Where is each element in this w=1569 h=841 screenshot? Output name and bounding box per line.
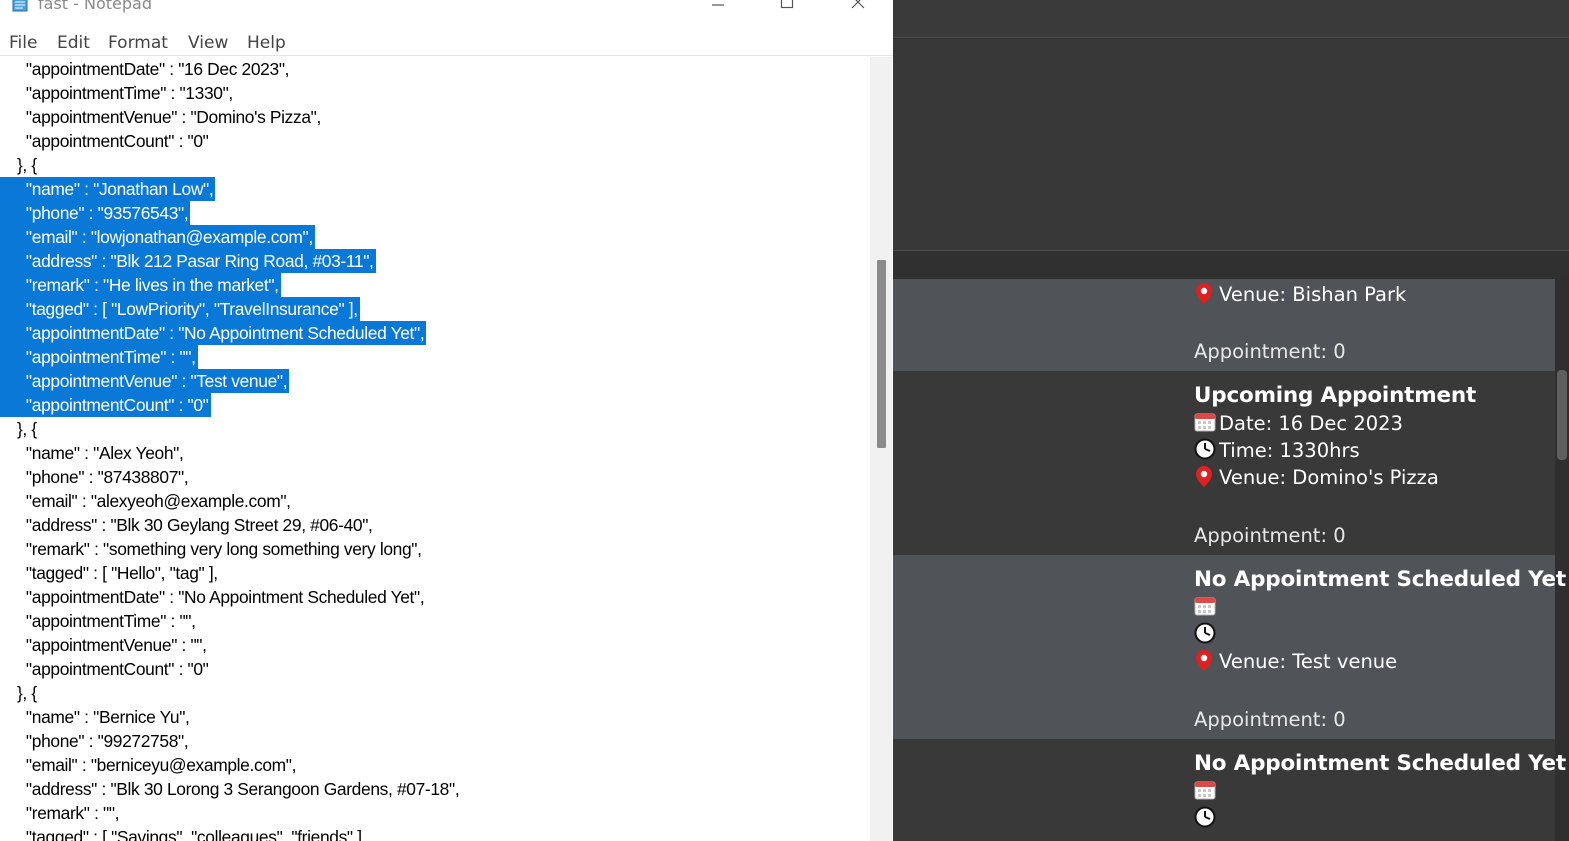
appointment-heading: No Appointment Scheduled Yet — [1194, 567, 1566, 592]
text-line[interactable]: "appointmentTime" : "1330", — [0, 81, 233, 105]
text-line[interactable]: "appointmentTime" : "", — [0, 609, 196, 633]
date-row — [1194, 595, 1219, 621]
appointment-count: Appointment: 0 — [1194, 340, 1346, 363]
venue-text: Venue: Test venue — [1219, 650, 1398, 673]
text-line[interactable]: "appointmentVenue" : "", — [0, 633, 207, 657]
window-title: fast - Notepad — [38, 0, 152, 13]
selected-text-line[interactable]: "appointmentCount" : "0" — [0, 393, 211, 417]
selected-text-line[interactable]: "remark" : "He lives in the market", — [0, 273, 281, 297]
selected-text-line[interactable]: "appointmentVenue" : "Test venue", — [0, 369, 290, 393]
selected-text-line[interactable]: "email" : "lowjonathan@example.com", — [0, 225, 315, 249]
venue-row: Venue: Bishan Park — [1194, 282, 1406, 308]
time-row — [1194, 622, 1219, 648]
text-line[interactable]: "name" : "Alex Yeoh", — [0, 441, 184, 465]
time-text: Time: 1330hrs — [1219, 439, 1360, 462]
date-row: Date: 16 Dec 2023 — [1194, 411, 1403, 437]
address-book-app: Venue: Bishan Park Appointment: 0 Upcomi… — [893, 0, 1569, 841]
text-line[interactable]: "email" : "alexyeoh@example.com", — [0, 489, 291, 513]
notepad-window: fast - Notepad File Edit Format View Hel… — [0, 0, 893, 841]
menu-file[interactable]: File — [9, 33, 37, 53]
vertical-scrollbar[interactable] — [870, 57, 892, 841]
clock-icon — [1194, 438, 1216, 462]
text-line[interactable]: "address" : "Blk 30 Geylang Street 29, #… — [0, 513, 373, 537]
app-top-bar — [893, 0, 1569, 38]
map-pin-icon — [1194, 282, 1216, 306]
text-line[interactable]: "appointmentCount" : "0" — [0, 657, 209, 681]
venue-text: Venue: Domino's Pizza — [1219, 466, 1439, 489]
title-bar[interactable]: fast - Notepad — [0, 0, 893, 18]
minimize-button[interactable] — [695, 0, 741, 14]
calendar-icon — [1194, 595, 1216, 619]
text-line[interactable]: "name" : "Bernice Yu", — [0, 705, 190, 729]
maximize-button[interactable] — [764, 0, 810, 14]
text-line[interactable]: "email" : "berniceyu@example.com", — [0, 753, 297, 777]
selected-text-line[interactable]: "name" : "Jonathan Low", — [0, 177, 216, 201]
text-line[interactable]: }, { — [0, 153, 37, 177]
text-line[interactable]: "phone" : "87438807", — [0, 465, 189, 489]
text-editor[interactable]: "appointmentDate" : "16 Dec 2023", "appo… — [0, 57, 870, 841]
appointment-heading: Upcoming Appointment — [1194, 383, 1477, 408]
selected-text-line[interactable]: "appointmentTime" : "", — [0, 345, 198, 369]
menu-edit[interactable]: Edit — [57, 33, 90, 53]
appointment-count: Appointment: 0 — [1194, 708, 1346, 731]
app-separator — [893, 252, 1569, 278]
close-button[interactable] — [835, 0, 881, 14]
person-card[interactable]: Venue: Bishan Park Appointment: 0 — [893, 279, 1555, 371]
text-line[interactable]: "remark" : "", — [0, 801, 120, 825]
text-line[interactable]: "phone" : "99272758", — [0, 729, 189, 753]
app-scrollbar-thumb[interactable] — [1557, 370, 1567, 460]
scrollbar-thumb[interactable] — [877, 260, 886, 448]
text-line[interactable]: "appointmentCount" : "0" — [0, 129, 209, 153]
app-result-area — [893, 39, 1569, 251]
map-pin-icon — [1194, 649, 1216, 673]
appointment-count: Appointment: 0 — [1194, 524, 1346, 547]
notepad-app-icon — [12, 0, 28, 12]
text-line[interactable]: "remark" : "something very long somethin… — [0, 537, 422, 561]
venue-text: Venue: Bishan Park — [1219, 283, 1407, 306]
clock-icon — [1194, 622, 1216, 646]
selected-text-line[interactable]: "address" : "Blk 212 Pasar Ring Road, #0… — [0, 249, 376, 273]
text-line[interactable]: }, { — [0, 681, 37, 705]
selected-text-line[interactable]: "appointmentDate" : "No Appointment Sche… — [0, 321, 427, 345]
text-line[interactable]: "tagged" : [ "Hello", "tag" ], — [0, 561, 218, 585]
map-pin-icon — [1194, 465, 1216, 489]
selected-text-line[interactable]: "tagged" : [ "LowPriority", "TravelInsur… — [0, 297, 360, 321]
time-row — [1194, 806, 1219, 832]
text-line[interactable]: "address" : "Blk 30 Lorong 3 Serangoon G… — [0, 777, 460, 801]
text-line[interactable]: }, { — [0, 417, 37, 441]
calendar-icon — [1194, 411, 1216, 435]
person-card[interactable]: No Appointment Scheduled Yet Venue: Test… — [893, 555, 1566, 739]
person-card[interactable]: Upcoming Appointment Date: 16 Dec 2023 T… — [893, 371, 1555, 555]
calendar-icon — [1194, 779, 1216, 803]
menu-view[interactable]: View — [188, 33, 228, 53]
venue-row: Venue: Domino's Pizza — [1194, 465, 1439, 491]
time-row: Time: 1330hrs — [1194, 438, 1360, 464]
venue-row: Venue: Test venue — [1194, 649, 1397, 675]
text-line[interactable]: "appointmentDate" : "16 Dec 2023", — [0, 57, 290, 81]
selected-text-line[interactable]: "phone" : "93576543", — [0, 201, 191, 225]
clock-icon — [1194, 806, 1216, 830]
menu-help[interactable]: Help — [247, 33, 286, 53]
appointment-heading: No Appointment Scheduled Yet — [1194, 751, 1566, 776]
menu-format[interactable]: Format — [108, 33, 168, 53]
text-line[interactable]: "appointmentDate" : "No Appointment Sche… — [0, 585, 425, 609]
date-row — [1194, 779, 1219, 805]
text-line[interactable]: "tagged" : [ "Savings", "colleagues", "f… — [0, 825, 367, 841]
text-line[interactable]: "appointmentVenue" : "Domino's Pizza", — [0, 105, 321, 129]
date-text: Date: 16 Dec 2023 — [1219, 412, 1403, 435]
person-card[interactable]: No Appointment Scheduled Yet — [893, 739, 1566, 841]
menu-bar: File Edit Format View Help — [0, 28, 893, 56]
